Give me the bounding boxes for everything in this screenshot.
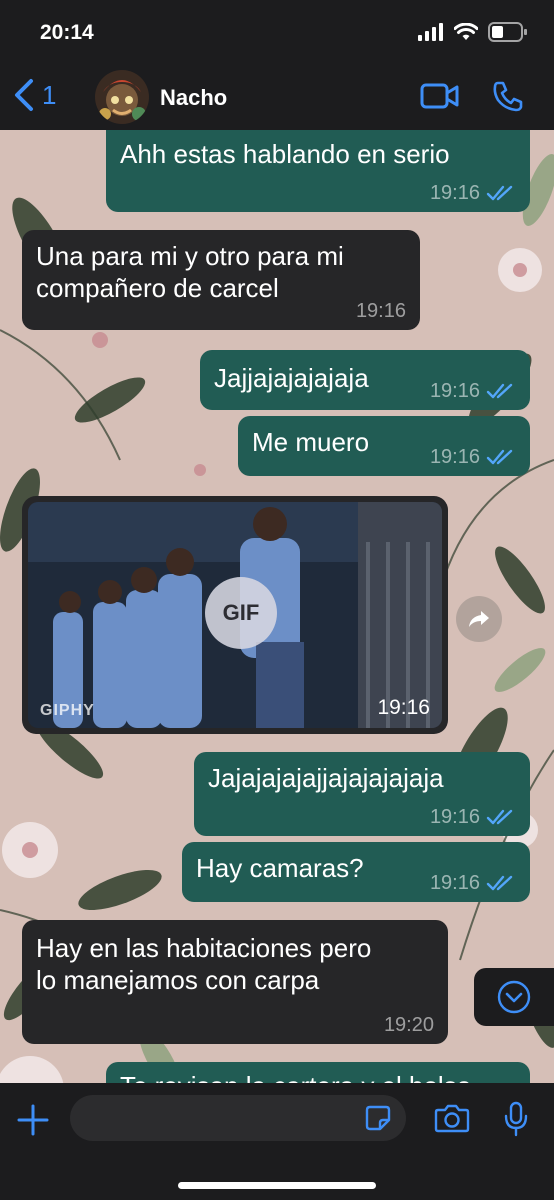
- video-call-button[interactable]: [420, 80, 460, 117]
- camera-icon: [434, 1104, 470, 1133]
- read-ticks-icon: [486, 449, 513, 465]
- message-time: 19:16: [429, 806, 480, 828]
- message-meta: 19:16: [356, 301, 406, 321]
- message-meta: 19:16: [430, 873, 516, 893]
- sticker-button[interactable]: [364, 1104, 392, 1137]
- gif-badge[interactable]: GIF: [205, 577, 277, 649]
- message-time: 19:16: [355, 300, 406, 322]
- read-ticks-icon: [486, 809, 513, 825]
- attach-button[interactable]: [16, 1103, 50, 1142]
- message-meta: 19:16: [430, 183, 516, 203]
- chat-area[interactable]: Ahh estas hablando en serio 19:16 Una pa…: [0, 130, 554, 1083]
- video-call-icon: [420, 83, 459, 109]
- back-button[interactable]: 1: [12, 78, 56, 112]
- message-bubble-outgoing[interactable]: Hay camaras? 19:16: [182, 842, 530, 902]
- message-field[interactable]: [70, 1095, 406, 1143]
- message-time: 19:16: [429, 182, 480, 204]
- scroll-to-bottom-button[interactable]: [474, 968, 554, 1026]
- whatsapp-chat-screen: 20:14 1 Nacho Ahh estas hablando en seri…: [0, 0, 554, 1200]
- avatar[interactable]: [95, 70, 149, 124]
- message-bubble-outgoing[interactable]: Jajajajajajjajajajajaja 19:16: [194, 752, 530, 836]
- message-bubble-incoming[interactable]: Hay en las habitaciones pero lo manejamo…: [22, 920, 448, 1044]
- voice-call-icon: [493, 81, 523, 112]
- message-time: 19:16: [429, 872, 480, 894]
- message-meta: 19:16: [430, 381, 516, 401]
- message-bubble-outgoing[interactable]: Te revisan la cartera y el bolso: [106, 1062, 530, 1083]
- gif-preview[interactable]: GIF GIPHY 19:16: [28, 502, 442, 728]
- forward-icon: [469, 611, 489, 627]
- back-chevron-icon: [15, 79, 33, 111]
- message-time: 19:16: [429, 446, 480, 468]
- message-text: Una para mi y otro para mi compañero de …: [36, 241, 344, 303]
- chat-header: 1 Nacho: [0, 64, 554, 130]
- voice-call-button[interactable]: [492, 80, 524, 117]
- giphy-label: GIPHY: [40, 702, 95, 719]
- status-bar: 20:14: [0, 0, 554, 64]
- unread-count: 1: [42, 79, 57, 110]
- message-bubble-outgoing[interactable]: Jajjajajajajaja 19:16: [200, 350, 530, 410]
- message-bubble-incoming[interactable]: Una para mi y otro para mi compañero de …: [22, 230, 420, 330]
- message-meta: 19:20: [384, 1015, 434, 1035]
- sticker-icon: [365, 1105, 391, 1131]
- message-time: 19:16: [429, 380, 480, 402]
- gif-message[interactable]: GIF GIPHY 19:16: [22, 496, 448, 734]
- message-meta: 19:16: [430, 807, 516, 827]
- message-text: Jajajajajajjajajajajaja: [208, 763, 444, 793]
- signal-icon: [418, 23, 443, 41]
- wifi-icon: [454, 23, 478, 40]
- read-ticks-icon: [486, 383, 513, 399]
- status-time: 20:14: [40, 21, 94, 44]
- voice-message-button[interactable]: [504, 1101, 528, 1142]
- contact-name[interactable]: Nacho: [160, 85, 227, 111]
- chevron-down-icon: [497, 980, 531, 1014]
- plus-icon: [17, 1104, 49, 1136]
- message-bubble-outgoing[interactable]: Me muero 19:16: [238, 416, 530, 476]
- read-ticks-icon: [486, 875, 513, 891]
- forward-button[interactable]: [456, 596, 502, 642]
- message-input[interactable]: [84, 1095, 358, 1143]
- battery-icon: [488, 22, 527, 42]
- microphone-icon: [504, 1101, 528, 1137]
- read-ticks-icon: [486, 185, 513, 201]
- status-icons: [418, 22, 528, 42]
- message-meta: 19:16: [430, 447, 516, 467]
- home-indicator[interactable]: [178, 1182, 376, 1189]
- message-time: 19:16: [377, 696, 430, 719]
- message-bubble-outgoing[interactable]: Ahh estas hablando en serio 19:16: [106, 130, 530, 212]
- message-text: Hay en las habitaciones pero lo manejamo…: [36, 933, 372, 995]
- message-text: Ahh estas hablando en serio: [120, 139, 450, 169]
- message-time: 19:20: [383, 1014, 434, 1036]
- message-text: Te revisan la cartera y el bolso: [120, 1070, 516, 1083]
- camera-button[interactable]: [434, 1103, 470, 1138]
